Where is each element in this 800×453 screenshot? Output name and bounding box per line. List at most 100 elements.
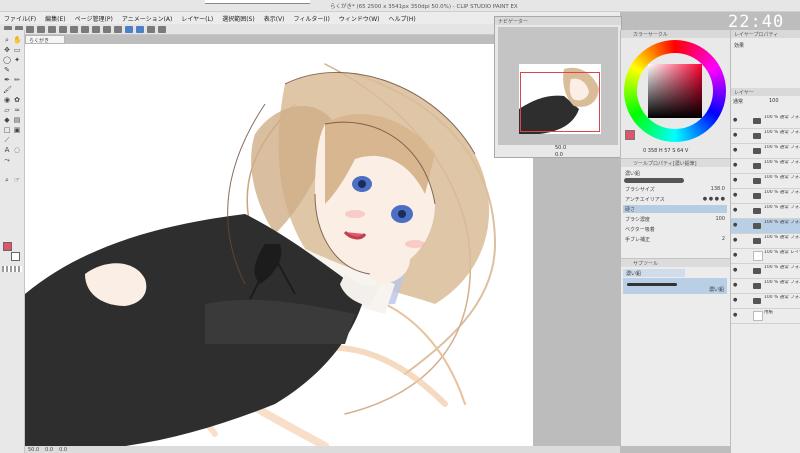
eye-icon[interactable]: ● bbox=[733, 283, 738, 288]
layer-row[interactable]: ● 100 % 通常 フォルダー 16 bbox=[731, 204, 800, 219]
correct-line-icon[interactable]: ⤳ bbox=[3, 156, 11, 164]
menu-edit[interactable]: 編集(E) bbox=[45, 14, 65, 23]
brush-density-row[interactable]: ブラシ濃度 100 bbox=[623, 215, 727, 223]
eye-icon[interactable]: ● bbox=[733, 178, 738, 183]
menu-animation[interactable]: アニメーション(A) bbox=[122, 14, 173, 23]
frame-tool-icon[interactable]: ▣ bbox=[13, 126, 21, 134]
eyedropper-cmd-icon[interactable] bbox=[158, 25, 166, 33]
menu-layer[interactable]: レイヤー(L) bbox=[181, 14, 213, 23]
decoration-tool-icon[interactable]: ✿ bbox=[13, 96, 21, 104]
layer-row[interactable]: ● 100 % 通常 フォルダー 2 bbox=[731, 144, 800, 159]
eyedropper-icon[interactable]: ✎ bbox=[3, 66, 11, 74]
ruler-snap-icon[interactable] bbox=[125, 25, 133, 33]
brush-size-row[interactable]: ブラシサイズ 138.0 bbox=[623, 185, 727, 193]
invert-icon[interactable] bbox=[103, 25, 111, 33]
antialias-dots[interactable]: ● ● ● ● bbox=[703, 196, 725, 202]
snap-icon[interactable] bbox=[114, 25, 122, 33]
opacity-value[interactable]: 100 bbox=[769, 98, 779, 104]
eye-icon[interactable]: ● bbox=[733, 133, 738, 138]
brush-density-value[interactable]: 100 bbox=[715, 216, 725, 222]
layer-row[interactable]: ● 用紙 bbox=[731, 309, 800, 324]
brush-size-value[interactable]: 138.0 bbox=[711, 186, 725, 192]
layer-row[interactable]: ● 100 % 通常 フォルダー 1 bbox=[731, 294, 800, 309]
status-zoom[interactable]: 50.0 bbox=[28, 447, 39, 453]
text-tool-icon[interactable]: A bbox=[3, 146, 11, 154]
eye-icon[interactable]: ● bbox=[733, 223, 738, 228]
menu-window[interactable]: ウィンドウ(W) bbox=[339, 14, 380, 23]
redo-icon[interactable] bbox=[59, 25, 67, 33]
navigator-zoom[interactable]: 50.0 bbox=[555, 145, 566, 151]
auto-select-icon[interactable]: ✦ bbox=[13, 56, 21, 64]
stabilization-value[interactable]: 2 bbox=[722, 236, 725, 242]
eye-icon[interactable]: ● bbox=[733, 208, 738, 213]
layer-row[interactable]: ● 100 % 通常 フォルダー 26 bbox=[731, 219, 800, 234]
navigator-view-frame[interactable] bbox=[520, 72, 600, 132]
zoom-tool-icon[interactable]: ⌕ bbox=[3, 36, 11, 44]
menu-help[interactable]: ヘルプ(H) bbox=[388, 14, 415, 23]
main-color-swatch[interactable] bbox=[3, 242, 12, 251]
airbrush-tool-icon[interactable]: ◉ bbox=[3, 96, 11, 104]
drawing-canvas[interactable] bbox=[25, 44, 533, 446]
antialias-row[interactable]: アンチエイリアス ● ● ● ● bbox=[623, 195, 727, 203]
menu-page[interactable]: ページ管理(P) bbox=[75, 14, 113, 23]
nav-hand-icon[interactable]: ☞ bbox=[13, 176, 21, 184]
hardness-row[interactable]: 硬さ bbox=[623, 205, 727, 213]
figure-tool-icon[interactable]: □ bbox=[3, 126, 11, 134]
eye-icon[interactable]: ● bbox=[733, 253, 738, 258]
navigator-preview[interactable] bbox=[498, 27, 618, 145]
document-tab[interactable]: らくがき bbox=[25, 35, 65, 44]
eye-icon[interactable]: ● bbox=[733, 148, 738, 153]
select-tool-icon[interactable]: ▭ bbox=[13, 46, 21, 54]
eye-icon[interactable]: ● bbox=[733, 268, 738, 273]
pen-tool-icon[interactable]: ✒ bbox=[3, 76, 11, 84]
stabilization-row[interactable]: 手ブレ補正 2 bbox=[623, 235, 727, 243]
menu-file[interactable]: ファイル(F) bbox=[4, 14, 36, 23]
layer-row[interactable]: ● 100 % 通常 レイヤー 173 bbox=[731, 249, 800, 264]
save-icon[interactable] bbox=[26, 25, 34, 33]
eye-icon[interactable]: ● bbox=[733, 238, 738, 243]
saturation-value-square[interactable] bbox=[648, 64, 702, 118]
eye-icon[interactable]: ● bbox=[733, 313, 738, 318]
eye-icon[interactable]: ● bbox=[733, 118, 738, 123]
layer-row[interactable]: ● 100 % 通常 フォルダー 12 bbox=[731, 174, 800, 189]
layer-row[interactable]: ● 100 % 通常 フォルダー 25 bbox=[731, 234, 800, 249]
blend-mode-select[interactable]: 通常 bbox=[733, 98, 743, 105]
eraser-tool-icon[interactable]: ▱ bbox=[3, 106, 11, 114]
sub-color-swatch[interactable] bbox=[11, 252, 20, 261]
clear-icon[interactable] bbox=[70, 25, 78, 33]
eye-icon[interactable]: ● bbox=[733, 193, 738, 198]
layer-row[interactable]: ● 100 % 通常 フォルダー 11 bbox=[731, 189, 800, 204]
move-tool-icon[interactable]: ✥ bbox=[3, 46, 11, 54]
ruler-tool-icon[interactable]: ⟋ bbox=[3, 136, 11, 144]
fill-tool-icon[interactable]: ◆ bbox=[3, 116, 11, 124]
balloon-tool-icon[interactable]: ◌ bbox=[13, 146, 21, 154]
pencil-tool-icon[interactable]: ✏ bbox=[13, 76, 21, 84]
hand-tool-icon[interactable]: ✋ bbox=[13, 36, 22, 44]
layer-row[interactable]: ● 100 % 通常 フォルダー 4 bbox=[731, 159, 800, 174]
layer-row[interactable]: ● 100 % 通常 フォルダー 5 bbox=[731, 114, 800, 129]
vector-snap-row[interactable]: ベクター吸着 bbox=[623, 225, 727, 233]
lasso-tool-icon[interactable]: ◯ bbox=[3, 56, 11, 64]
transparent-color-swatch[interactable] bbox=[2, 266, 22, 272]
menu-filter[interactable]: フィルター(I) bbox=[294, 14, 330, 23]
grid-snap-icon[interactable] bbox=[136, 25, 144, 33]
magnify-icon[interactable]: ⌕ bbox=[3, 176, 11, 184]
sub-tool-item[interactable]: 濃い鉛 bbox=[623, 278, 727, 294]
layer-row[interactable]: ● 100 % 通常 フォルダー 3 bbox=[731, 129, 800, 144]
color-wheel[interactable] bbox=[624, 40, 726, 142]
menu-view[interactable]: 表示(V) bbox=[264, 14, 285, 23]
navigator-rotation[interactable]: 0.0 bbox=[555, 152, 563, 158]
layer-row[interactable]: ● 100 % 通常 フォルダー 14 bbox=[731, 279, 800, 294]
pen-icon[interactable] bbox=[147, 25, 155, 33]
eye-icon[interactable]: ● bbox=[733, 163, 738, 168]
menu-select[interactable]: 選択範囲(S) bbox=[222, 14, 255, 23]
brush-tool-icon[interactable]: 🖌 bbox=[3, 86, 12, 94]
current-color-swatch[interactable] bbox=[625, 130, 635, 140]
undo-icon[interactable] bbox=[48, 25, 56, 33]
deselect-icon[interactable] bbox=[92, 25, 100, 33]
layer-row[interactable]: ● 100 % 通常 フォルダー 15 bbox=[731, 264, 800, 279]
sub-tool-group[interactable]: 濃い鉛 bbox=[623, 269, 685, 277]
eye-icon[interactable]: ● bbox=[733, 298, 738, 303]
export-icon[interactable] bbox=[37, 25, 45, 33]
transform-icon[interactable] bbox=[81, 25, 89, 33]
